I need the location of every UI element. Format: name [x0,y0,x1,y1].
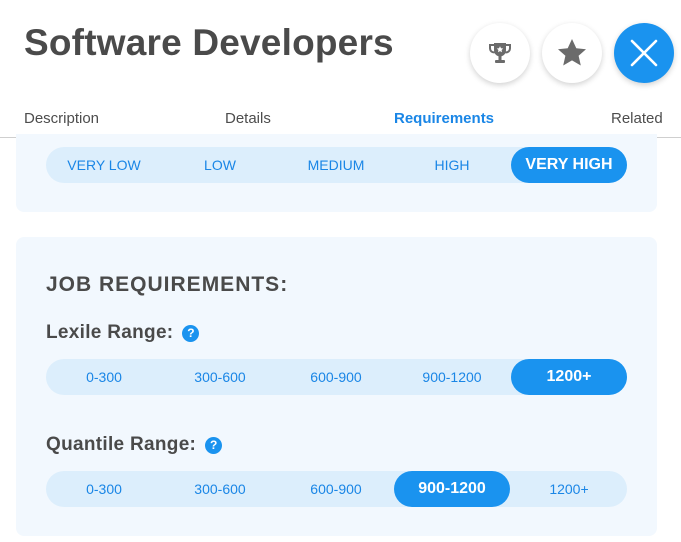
lexile-option[interactable]: 600-900 [278,359,394,395]
level-option-medium[interactable]: MEDIUM [278,147,394,183]
quantile-label-row: Quantile Range: ? [46,434,223,456]
level-option-high[interactable]: HIGH [394,147,510,183]
trophy-button[interactable] [470,23,530,83]
lexile-option[interactable]: 0-300 [46,359,162,395]
quantile-option[interactable]: 1200+ [511,471,627,507]
header: Software Developers Description Details … [0,0,681,138]
tab-description[interactable]: Description [24,110,99,127]
lexile-option[interactable]: 900-1200 [394,359,510,395]
quantile-option[interactable]: 0-300 [46,471,162,507]
quantile-label: Quantile Range: [46,434,197,455]
tab-related[interactable]: Related [611,110,663,127]
quantile-help-icon[interactable]: ? [205,436,223,454]
level-scale: VERY LOW LOW MEDIUM HIGH VERY HIGH [46,147,627,183]
close-icon [630,39,658,67]
tab-requirements[interactable]: Requirements [394,110,494,127]
favorite-button[interactable] [542,23,602,83]
lexile-label: Lexile Range: [46,322,174,343]
quantile-option[interactable]: 600-900 [278,471,394,507]
quantile-scale: 0-300 300-600 600-900 900-1200 1200+ [46,471,627,507]
trophy-icon [489,43,511,63]
page-title: Software Developers [24,22,394,63]
section-heading: JOB REQUIREMENTS: [46,273,289,296]
lexile-scale: 0-300 300-600 600-900 900-1200 1200+ [46,359,627,395]
close-button[interactable] [614,23,674,83]
star-icon [558,39,586,66]
level-option-very-low[interactable]: VERY LOW [46,147,162,183]
level-card: VERY LOW LOW MEDIUM HIGH VERY HIGH [16,134,657,212]
level-option-very-high[interactable]: VERY HIGH [511,147,627,183]
quantile-option[interactable]: 300-600 [162,471,278,507]
lexile-option-selected[interactable]: 1200+ [511,359,627,395]
tab-bar: Description Details Requirements Related [0,100,681,138]
lexile-help-icon[interactable]: ? [182,324,200,342]
lexile-label-row: Lexile Range: ? [46,322,200,344]
tab-details[interactable]: Details [225,110,271,127]
job-requirements-card: JOB REQUIREMENTS: Lexile Range: ? 0-300 … [16,237,657,536]
lexile-option[interactable]: 300-600 [162,359,278,395]
level-option-low[interactable]: LOW [162,147,278,183]
quantile-option-selected[interactable]: 900-1200 [394,471,510,507]
